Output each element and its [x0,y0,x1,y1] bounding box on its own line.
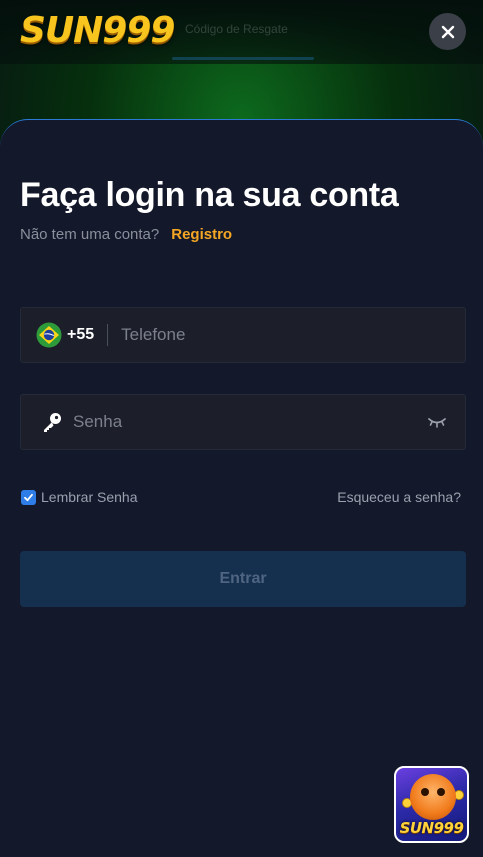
promo-logo: SUN999 [399,819,464,837]
remember-checkbox[interactable] [21,489,36,505]
password-field[interactable] [20,394,466,450]
tiger-mascot-icon [410,774,456,820]
brand-logo[interactable]: SUN999 [20,10,175,51]
check-icon [24,493,33,501]
eye-closed-icon[interactable] [427,415,447,429]
register-link[interactable]: Registro [171,226,232,243]
login-page: SUN999 Código de Resgate Faça login na s… [0,0,483,857]
promo-game-badge[interactable]: SUN999 [394,766,469,843]
field-divider [107,324,109,346]
phone-field[interactable]: +55 [20,307,466,363]
brazil-flag-icon[interactable] [36,322,62,348]
close-button[interactable] [429,13,466,50]
remember-label[interactable]: Lembrar Senha [41,489,138,505]
no-account-text: Não tem uma conta? [20,226,160,243]
close-icon [441,25,454,38]
remember-password[interactable]: Lembrar Senha [21,489,138,505]
login-submit-button[interactable]: Entrar [20,551,466,607]
nav-item-redeem-code: Código de Resgate [185,22,288,36]
key-icon [44,413,61,432]
login-title: Faça login na sua conta [20,176,399,214]
phone-input[interactable] [121,308,465,362]
country-code[interactable]: +55 [67,326,94,344]
top-bar: SUN999 Código de Resgate [0,0,483,64]
register-prompt: Não tem uma conta? Registro [20,226,232,243]
forgot-password-link[interactable]: Esqueceu a senha? [337,489,461,505]
password-input[interactable] [73,395,427,449]
nav-active-indicator [172,57,314,60]
